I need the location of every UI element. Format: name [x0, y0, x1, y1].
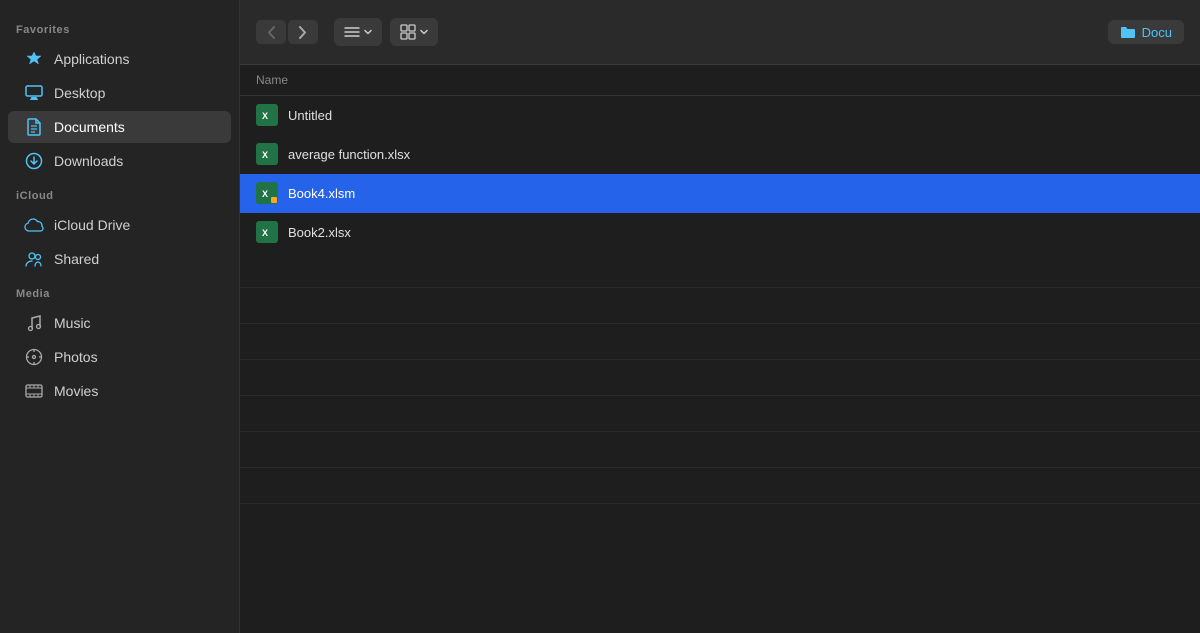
- average-function-file-icon: X: [256, 143, 278, 165]
- file-row-average-function[interactable]: X average function.xlsx: [240, 135, 1200, 174]
- empty-row-1: [240, 252, 1200, 288]
- file-row-book4[interactable]: X Book4.xlsm: [240, 174, 1200, 213]
- file-row-book2[interactable]: X Book2.xlsx: [240, 213, 1200, 252]
- list-view-button[interactable]: [334, 18, 382, 46]
- toolbar: Docu: [240, 0, 1200, 65]
- grid-view-icon: [400, 24, 416, 40]
- breadcrumb-label: Docu: [1142, 25, 1172, 40]
- main-content: Docu Name X Untitled X average function.…: [240, 0, 1200, 633]
- sidebar-item-music-label: Music: [54, 315, 91, 331]
- sidebar-item-shared-label: Shared: [54, 251, 99, 267]
- file-row-untitled[interactable]: X Untitled: [240, 96, 1200, 135]
- sidebar: Favorites Applications Desktop: [0, 0, 240, 633]
- untitled-file-icon: X: [256, 104, 278, 126]
- shared-icon: [24, 249, 44, 269]
- sidebar-item-photos-label: Photos: [54, 349, 98, 365]
- sidebar-item-icloud-drive[interactable]: iCloud Drive: [8, 209, 231, 241]
- sidebar-item-downloads-label: Downloads: [54, 153, 123, 169]
- sidebar-item-movies[interactable]: Movies: [8, 375, 231, 407]
- column-name-label: Name: [256, 73, 288, 87]
- sidebar-item-music[interactable]: Music: [8, 307, 231, 339]
- sidebar-item-applications-label: Applications: [54, 51, 130, 67]
- empty-row-3: [240, 324, 1200, 360]
- grid-view-button[interactable]: [390, 18, 438, 46]
- forward-button[interactable]: [288, 20, 318, 44]
- empty-row-6: [240, 432, 1200, 468]
- book4-file-icon: X: [256, 182, 278, 204]
- sidebar-item-applications[interactable]: Applications: [8, 43, 231, 75]
- file-list: X Untitled X average function.xlsx X Boo…: [240, 96, 1200, 633]
- sidebar-item-icloud-drive-label: iCloud Drive: [54, 217, 130, 233]
- svg-text:X: X: [262, 189, 268, 199]
- breadcrumb-folder-icon: [1120, 24, 1136, 40]
- icloud-section-label: iCloud: [0, 178, 239, 208]
- untitled-file-name: Untitled: [288, 108, 332, 123]
- sidebar-item-documents[interactable]: Documents: [8, 111, 231, 143]
- book4-file-name: Book4.xlsm: [288, 186, 355, 201]
- movies-icon: [24, 381, 44, 401]
- sidebar-item-desktop[interactable]: Desktop: [8, 77, 231, 109]
- empty-row-4: [240, 360, 1200, 396]
- back-button[interactable]: [256, 20, 286, 44]
- file-list-header: Name: [240, 65, 1200, 96]
- svg-text:X: X: [262, 150, 268, 160]
- downloads-icon: [24, 151, 44, 171]
- list-view-chevron-icon: [364, 29, 372, 35]
- book2-file-name: Book2.xlsx: [288, 225, 351, 240]
- music-icon: [24, 313, 44, 333]
- svg-text:X: X: [262, 111, 268, 121]
- icloud-icon: [24, 215, 44, 235]
- sidebar-item-downloads[interactable]: Downloads: [8, 145, 231, 177]
- documents-icon: [24, 117, 44, 137]
- average-function-file-name: average function.xlsx: [288, 147, 410, 162]
- sidebar-item-shared[interactable]: Shared: [8, 243, 231, 275]
- sidebar-item-photos[interactable]: Photos: [8, 341, 231, 373]
- sidebar-item-documents-label: Documents: [54, 119, 125, 135]
- favorites-section-label: Favorites: [0, 12, 239, 42]
- photos-icon: [24, 347, 44, 367]
- breadcrumb: Docu: [1108, 20, 1184, 44]
- empty-row-7: [240, 468, 1200, 504]
- list-view-icon: [344, 26, 360, 38]
- nav-group: [256, 20, 318, 44]
- desktop-icon: [24, 83, 44, 103]
- empty-row-2: [240, 288, 1200, 324]
- sidebar-item-desktop-label: Desktop: [54, 85, 105, 101]
- sidebar-item-movies-label: Movies: [54, 383, 98, 399]
- applications-icon: [24, 49, 44, 69]
- svg-text:X: X: [262, 228, 268, 238]
- grid-view-chevron-icon: [420, 29, 428, 35]
- book2-file-icon: X: [256, 221, 278, 243]
- empty-row-5: [240, 396, 1200, 432]
- media-section-label: Media: [0, 276, 239, 306]
